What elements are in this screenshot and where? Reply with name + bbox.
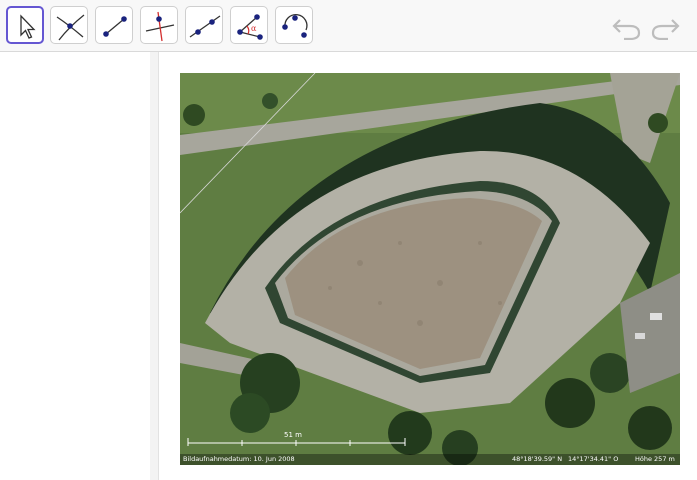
angle-tool-button[interactable]: α [230,6,268,44]
move-tool-button[interactable] [6,6,44,44]
image-caption: Bildaufnahmedatum: 10. Jun 2008 48°18'39… [180,454,680,465]
intersect-point-icon [56,14,85,41]
capture-date: Bildaufnahmedatum: 10. Jun 2008 [183,455,295,463]
circle-tool-button[interactable] [275,6,313,44]
svg-text:α: α [251,24,257,33]
toolbar: α [0,0,697,52]
latitude: 48°18'39.59" N [512,455,563,463]
view-divider[interactable] [150,52,159,480]
arrow-pointer-icon [20,14,36,39]
line-icon [189,15,221,38]
scale-label: 51 m [284,431,302,439]
perpendicular-line-icon [145,11,175,42]
point-tool-button[interactable] [50,6,88,44]
algebra-view[interactable] [0,52,151,480]
segment-tool-button[interactable] [95,6,133,44]
circle-arc-icon [282,13,308,38]
line-tool-button[interactable] [185,6,223,44]
elevation: Höhe 257 m [635,455,675,463]
longitude: 14°17'34.41" O [568,455,619,463]
stadium-aerial-photo [180,73,680,465]
aerial-image[interactable]: 51 m Bildaufnahmedatum: 10. Jun 2008 48°… [180,73,680,465]
redo-icon[interactable] [648,12,682,40]
perpendicular-tool-button[interactable] [140,6,178,44]
undo-icon[interactable] [610,12,644,40]
segment-icon [103,16,127,37]
angle-icon: α [237,14,263,40]
